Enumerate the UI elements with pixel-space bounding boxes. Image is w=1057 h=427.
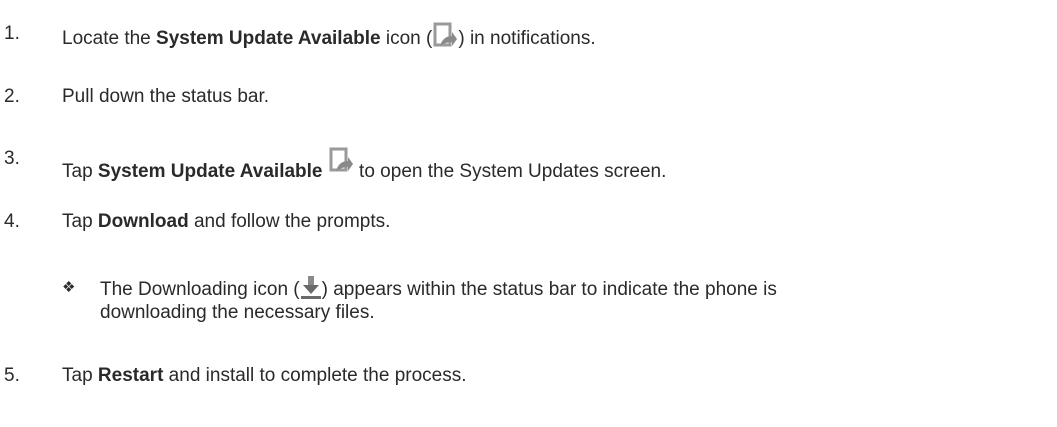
ui-term: Download [97,211,189,232]
step-text: Pull down the status bar. [62,86,270,107]
ui-term: System Update Available [156,28,381,49]
step-number: 3. [4,148,20,169]
ui-term: System Update Available [97,161,323,182]
step-number: 1. [4,23,20,44]
system-update-icon [432,22,458,50]
step-number: 5. [4,365,20,386]
step-number: 4. [4,211,20,232]
step-number: 2. [4,86,20,107]
system-update-icon [328,147,354,175]
ui-term: Restart [97,365,164,386]
note-text: The Downloading icon () appears within t… [100,275,777,302]
diamond-bullet-icon: ❖ [62,279,76,296]
step-text: Tap Download and follow the prompts. [62,211,391,232]
note-text: downloading the necessary files. [100,302,375,323]
download-icon [300,275,322,301]
step-text: Tap Restart and install to complete the … [62,365,467,386]
step-text: Tap System Update Available to open the … [62,147,666,184]
step-text: Locate the System Update Available icon … [62,22,596,51]
